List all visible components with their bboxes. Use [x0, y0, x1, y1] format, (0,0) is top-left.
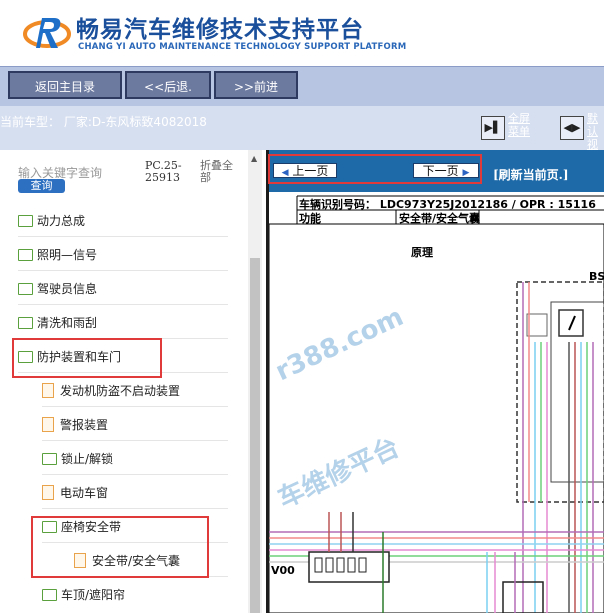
divider — [42, 406, 228, 407]
tree-item-powertrain[interactable]: 动力总成 — [18, 209, 85, 233]
function-label: 功能 — [299, 212, 321, 225]
sidebar-scroll-thumb[interactable] — [250, 258, 260, 613]
highlight-box-seatbelt — [31, 516, 209, 578]
fullscreen-toggle-icon[interactable]: ▶▌ — [481, 116, 505, 140]
back-button[interactable]: <<后退. — [125, 71, 211, 99]
divider — [42, 508, 228, 509]
tree-item-power-windows[interactable]: 电动车窗 — [42, 481, 108, 505]
app-title: 畅易汽车维修技术支持平台 — [76, 17, 364, 43]
tree-item-label: 发动机防盗不启动装置 — [60, 384, 181, 398]
refresh-page-link[interactable]: [刷新当前页.] — [493, 166, 569, 183]
collapse-label-2: 部 — [200, 171, 211, 184]
divider — [42, 474, 228, 475]
tree-item-immobilizer[interactable]: 发动机防盗不启动装置 — [42, 379, 180, 403]
fullscreen-label: 全屏 — [508, 112, 530, 125]
document-viewer: ◀ 上一页 下一页 ▶ [刷新当前页.] 车辆识别号码： LDC973Y25J2… — [266, 150, 604, 613]
tree-item-wash-wipe[interactable]: 清洗和雨刮 — [18, 311, 97, 335]
tree-item-label: 清洗和雨刮 — [37, 316, 98, 330]
tree-item-lighting[interactable]: 照明—信号 — [18, 243, 97, 267]
app-header: 畅易汽车维修技术支持平台 CHANG YI AUTO MAINTENANCE T… — [0, 0, 604, 66]
folder-icon — [18, 214, 33, 227]
tree-item-driver-info[interactable]: 驾驶员信息 — [18, 277, 97, 301]
diagram-title: 原理 — [411, 246, 433, 259]
tree-item-locking[interactable]: 锁止/解锁 — [42, 447, 113, 471]
folder-icon — [42, 588, 57, 601]
tree-item-roof-sunblind[interactable]: 车顶/遮阳帘 — [42, 583, 125, 607]
forward-button[interactable]: >>前进 — [214, 71, 298, 99]
search-button[interactable]: 查询 — [18, 179, 65, 193]
document-icon — [42, 383, 54, 398]
menu-label: 菜单 — [508, 125, 530, 138]
tree-item-label: 电动车窗 — [60, 486, 109, 500]
folder-icon — [42, 452, 57, 465]
pc-code: PC.25- 25913 — [145, 160, 182, 184]
scroll-up-arrow-icon[interactable]: ▲ — [251, 154, 257, 163]
document-icon — [42, 485, 54, 500]
fullscreen-menu-link[interactable]: 全屏 菜单 — [508, 112, 530, 138]
highlight-box-paging — [268, 154, 482, 184]
default-label-1: 默认 — [587, 112, 598, 138]
v00-label: V00 — [271, 564, 295, 577]
tree-item-label: 锁止/解锁 — [61, 452, 114, 466]
tree-item-alarm[interactable]: 警报装置 — [42, 413, 108, 437]
pc-code-line2: 25913 — [145, 171, 180, 184]
collapse-all-button[interactable]: 折叠全 部 — [200, 160, 233, 184]
tree-item-label: 动力总成 — [37, 214, 86, 228]
tree-item-label: 警报装置 — [60, 418, 109, 432]
divider — [18, 236, 228, 237]
wiring-diagram — [269, 195, 604, 613]
tree-item-label: 驾驶员信息 — [37, 282, 98, 296]
tree-item-label: 照明—信号 — [37, 248, 98, 262]
folder-icon — [18, 282, 33, 295]
wiring-diagram-page: 车辆识别号码： LDC973Y25J2012186 / OPR : 15116 … — [269, 192, 604, 613]
highlight-box-protection — [12, 338, 162, 378]
divider — [42, 440, 228, 441]
vehicle-info-bar: 当前车型： 厂家:D-东风标致4082018 ▶▌ 全屏 菜单 ◀▶ 默认 视图 — [0, 106, 604, 164]
nav-bar: 返回主目录 <<后退. >>前进 — [0, 66, 604, 107]
current-vehicle: 当前车型： 厂家:D-东风标致4082018 — [0, 115, 207, 129]
document-icon — [42, 417, 54, 432]
tree-item-label: 车顶/遮阳帘 — [61, 588, 126, 602]
divider — [18, 304, 228, 305]
app-subtitle: CHANG YI AUTO MAINTENANCE TECHNOLOGY SUP… — [78, 42, 407, 52]
divider — [18, 270, 228, 271]
changyi-logo-icon — [23, 18, 71, 48]
folder-icon — [18, 316, 33, 329]
folder-icon — [18, 248, 33, 261]
bsi-label: BS — [589, 270, 604, 283]
function-value: 安全带/安全气囊 — [399, 212, 481, 225]
default-view-icon[interactable]: ◀▶ — [560, 116, 584, 140]
home-button[interactable]: 返回主目录 — [8, 71, 122, 99]
